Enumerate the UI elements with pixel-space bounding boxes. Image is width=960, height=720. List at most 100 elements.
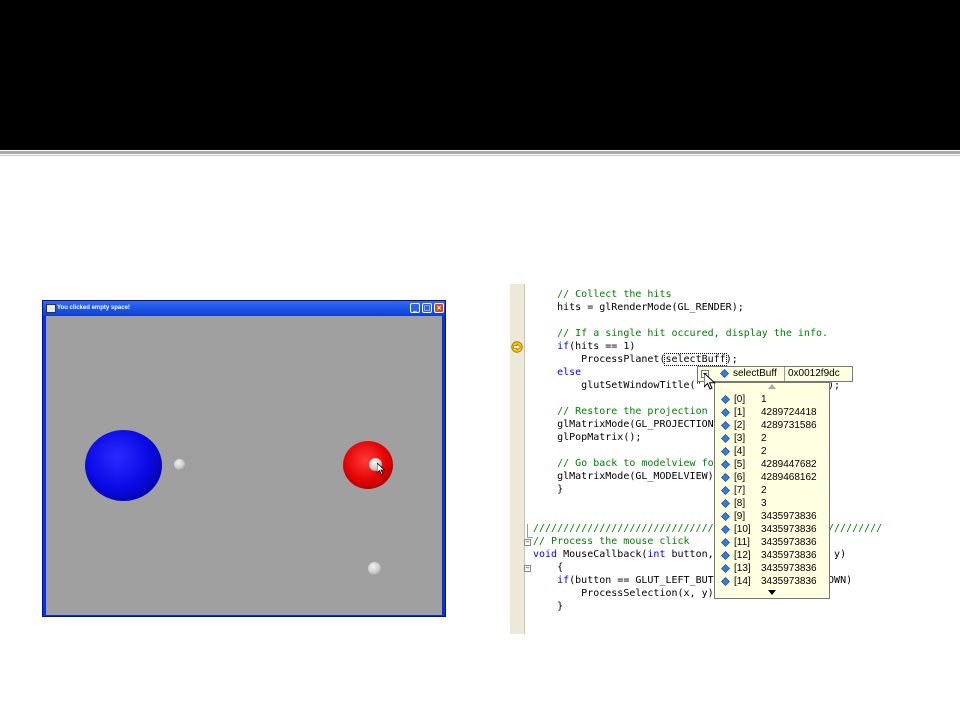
code-comment: // Go back to modelview fo: [557, 458, 714, 469]
watch-row[interactable]: [5] 4289447682: [715, 458, 829, 471]
variable-icon: [721, 460, 730, 469]
divider: [784, 367, 785, 381]
watch-row[interactable]: [9] 3435973836: [715, 510, 829, 523]
watch-row[interactable]: [0] 1: [715, 393, 829, 406]
maximize-icon[interactable]: □: [422, 303, 432, 313]
watch-value[interactable]: 3435973836: [761, 536, 817, 549]
code-comment: //////////////////////////////: [533, 523, 714, 534]
code-line[interactable]: [533, 314, 882, 327]
gl-render-canvas[interactable]: [46, 316, 442, 615]
watch-value[interactable]: 3: [761, 497, 767, 510]
code-token: }: [557, 484, 564, 495]
variable-icon: [721, 577, 730, 586]
code-comment: // Process the mouse click: [533, 536, 690, 547]
variable-icon: [721, 447, 730, 456]
blue-planet[interactable]: [85, 430, 162, 501]
watch-value[interactable]: 4289447682: [761, 458, 817, 471]
watch-row[interactable]: [8] 3: [715, 497, 829, 510]
code-line[interactable]: // If a single hit occured, display the …: [533, 327, 882, 340]
code-token: ProcessPlanet(: [581, 354, 666, 365]
watch-index: [11]: [734, 537, 750, 548]
code-token: glutSetWindowTitle(": [581, 380, 702, 391]
variable-icon: [721, 551, 730, 560]
watch-value[interactable]: 3435973836: [761, 523, 817, 536]
watch-value[interactable]: 4289468162: [761, 471, 817, 484]
watch-index: [4]: [734, 446, 746, 457]
watch-row[interactable]: [2] 4289731586: [715, 419, 829, 432]
watch-index: [5]: [734, 459, 746, 470]
watch-value[interactable]: 3435973836: [761, 575, 817, 588]
minimize-icon[interactable]: _: [410, 303, 420, 313]
datatip-expansion-list[interactable]: [0] 1 [1] 4289724418 [2] 4289731586 [3] 2 [4] 2 [5…: [714, 382, 830, 599]
code-comment: //////////: [822, 523, 883, 534]
code-line[interactable]: if(hits == 1): [533, 340, 882, 353]
watch-row[interactable]: [7] 2: [715, 484, 829, 497]
variable-icon: [721, 473, 730, 482]
variable-icon: [721, 499, 730, 508]
watch-value[interactable]: 3435973836: [761, 549, 817, 562]
window-titlebar[interactable]: You clicked empty space! _ □ ×: [43, 301, 445, 316]
watch-value[interactable]: 2: [761, 432, 767, 445]
watch-row[interactable]: [10] 3435973836: [715, 523, 829, 536]
red-planet[interactable]: [343, 441, 393, 489]
divider-rule-thin: [0, 155, 960, 156]
watch-row[interactable]: [13] 3435973836: [715, 562, 829, 575]
watch-index: [10]: [734, 524, 751, 535]
slide-title-bar: [0, 0, 960, 150]
code-line[interactable]: }: [533, 600, 882, 613]
code-comment: // Restore the projection: [557, 406, 708, 417]
code-token: {: [557, 562, 564, 573]
code-token: glMatrixMode(GL_MODELVIEW): [557, 471, 714, 482]
watch-index: [3]: [734, 433, 746, 444]
code-token: button,: [665, 549, 714, 560]
watch-index: [0]: [734, 394, 746, 405]
watch-row[interactable]: [14] 3435973836: [715, 575, 829, 588]
watch-row[interactable]: [1] 4289724418: [715, 406, 829, 419]
code-line[interactable]: // Collect the hits: [533, 288, 882, 301]
app-icon: [46, 304, 56, 313]
watch-index: [2]: [734, 420, 746, 431]
variable-icon: [721, 421, 730, 430]
code-line[interactable]: ProcessPlanet(selectBuff);: [533, 353, 882, 366]
watch-index: [9]: [734, 511, 746, 522]
close-icon[interactable]: ×: [434, 303, 444, 313]
variable-icon: [720, 369, 729, 378]
watch-value[interactable]: 4289731586: [761, 419, 817, 432]
variable-icon: [721, 486, 730, 495]
moon-sphere[interactable]: [174, 459, 185, 470]
watch-value[interactable]: 2: [761, 484, 767, 497]
variable-icon: [721, 395, 730, 404]
watch-row[interactable]: [12] 3435973836: [715, 549, 829, 562]
watch-row[interactable]: [6] 4289468162: [715, 471, 829, 484]
moon-sphere[interactable]: [368, 562, 381, 575]
watch-row[interactable]: [3] 2: [715, 432, 829, 445]
watch-value[interactable]: 3435973836: [761, 510, 817, 523]
watch-value[interactable]: 1: [761, 393, 767, 406]
watch-index: [1]: [734, 407, 746, 418]
watch-variable-name: selectBuff: [733, 368, 777, 379]
watch-value[interactable]: 2: [761, 445, 767, 458]
watch-variable-value[interactable]: 0x0012f9dc: [788, 367, 840, 381]
watch-value[interactable]: 4289724418: [761, 406, 817, 419]
watch-row[interactable]: [4] 2: [715, 445, 829, 458]
collapse-icon[interactable]: −: [524, 539, 531, 546]
watch-row[interactable]: [11] 3435973836: [715, 536, 829, 549]
watch-value[interactable]: 3435973836: [761, 562, 817, 575]
scroll-down-icon[interactable]: [768, 590, 776, 595]
code-line[interactable]: hits = glRenderMode(GL_RENDER);: [533, 301, 882, 314]
editor-gutter[interactable]: [510, 284, 525, 634]
gl-app-window: You clicked empty space! _ □ ×: [42, 300, 446, 617]
collapse-icon[interactable]: −: [524, 565, 531, 572]
hovered-identifier[interactable]: selectBuff: [664, 353, 727, 366]
code-keyword: else: [557, 367, 582, 378]
scroll-up-icon[interactable]: [768, 384, 776, 389]
